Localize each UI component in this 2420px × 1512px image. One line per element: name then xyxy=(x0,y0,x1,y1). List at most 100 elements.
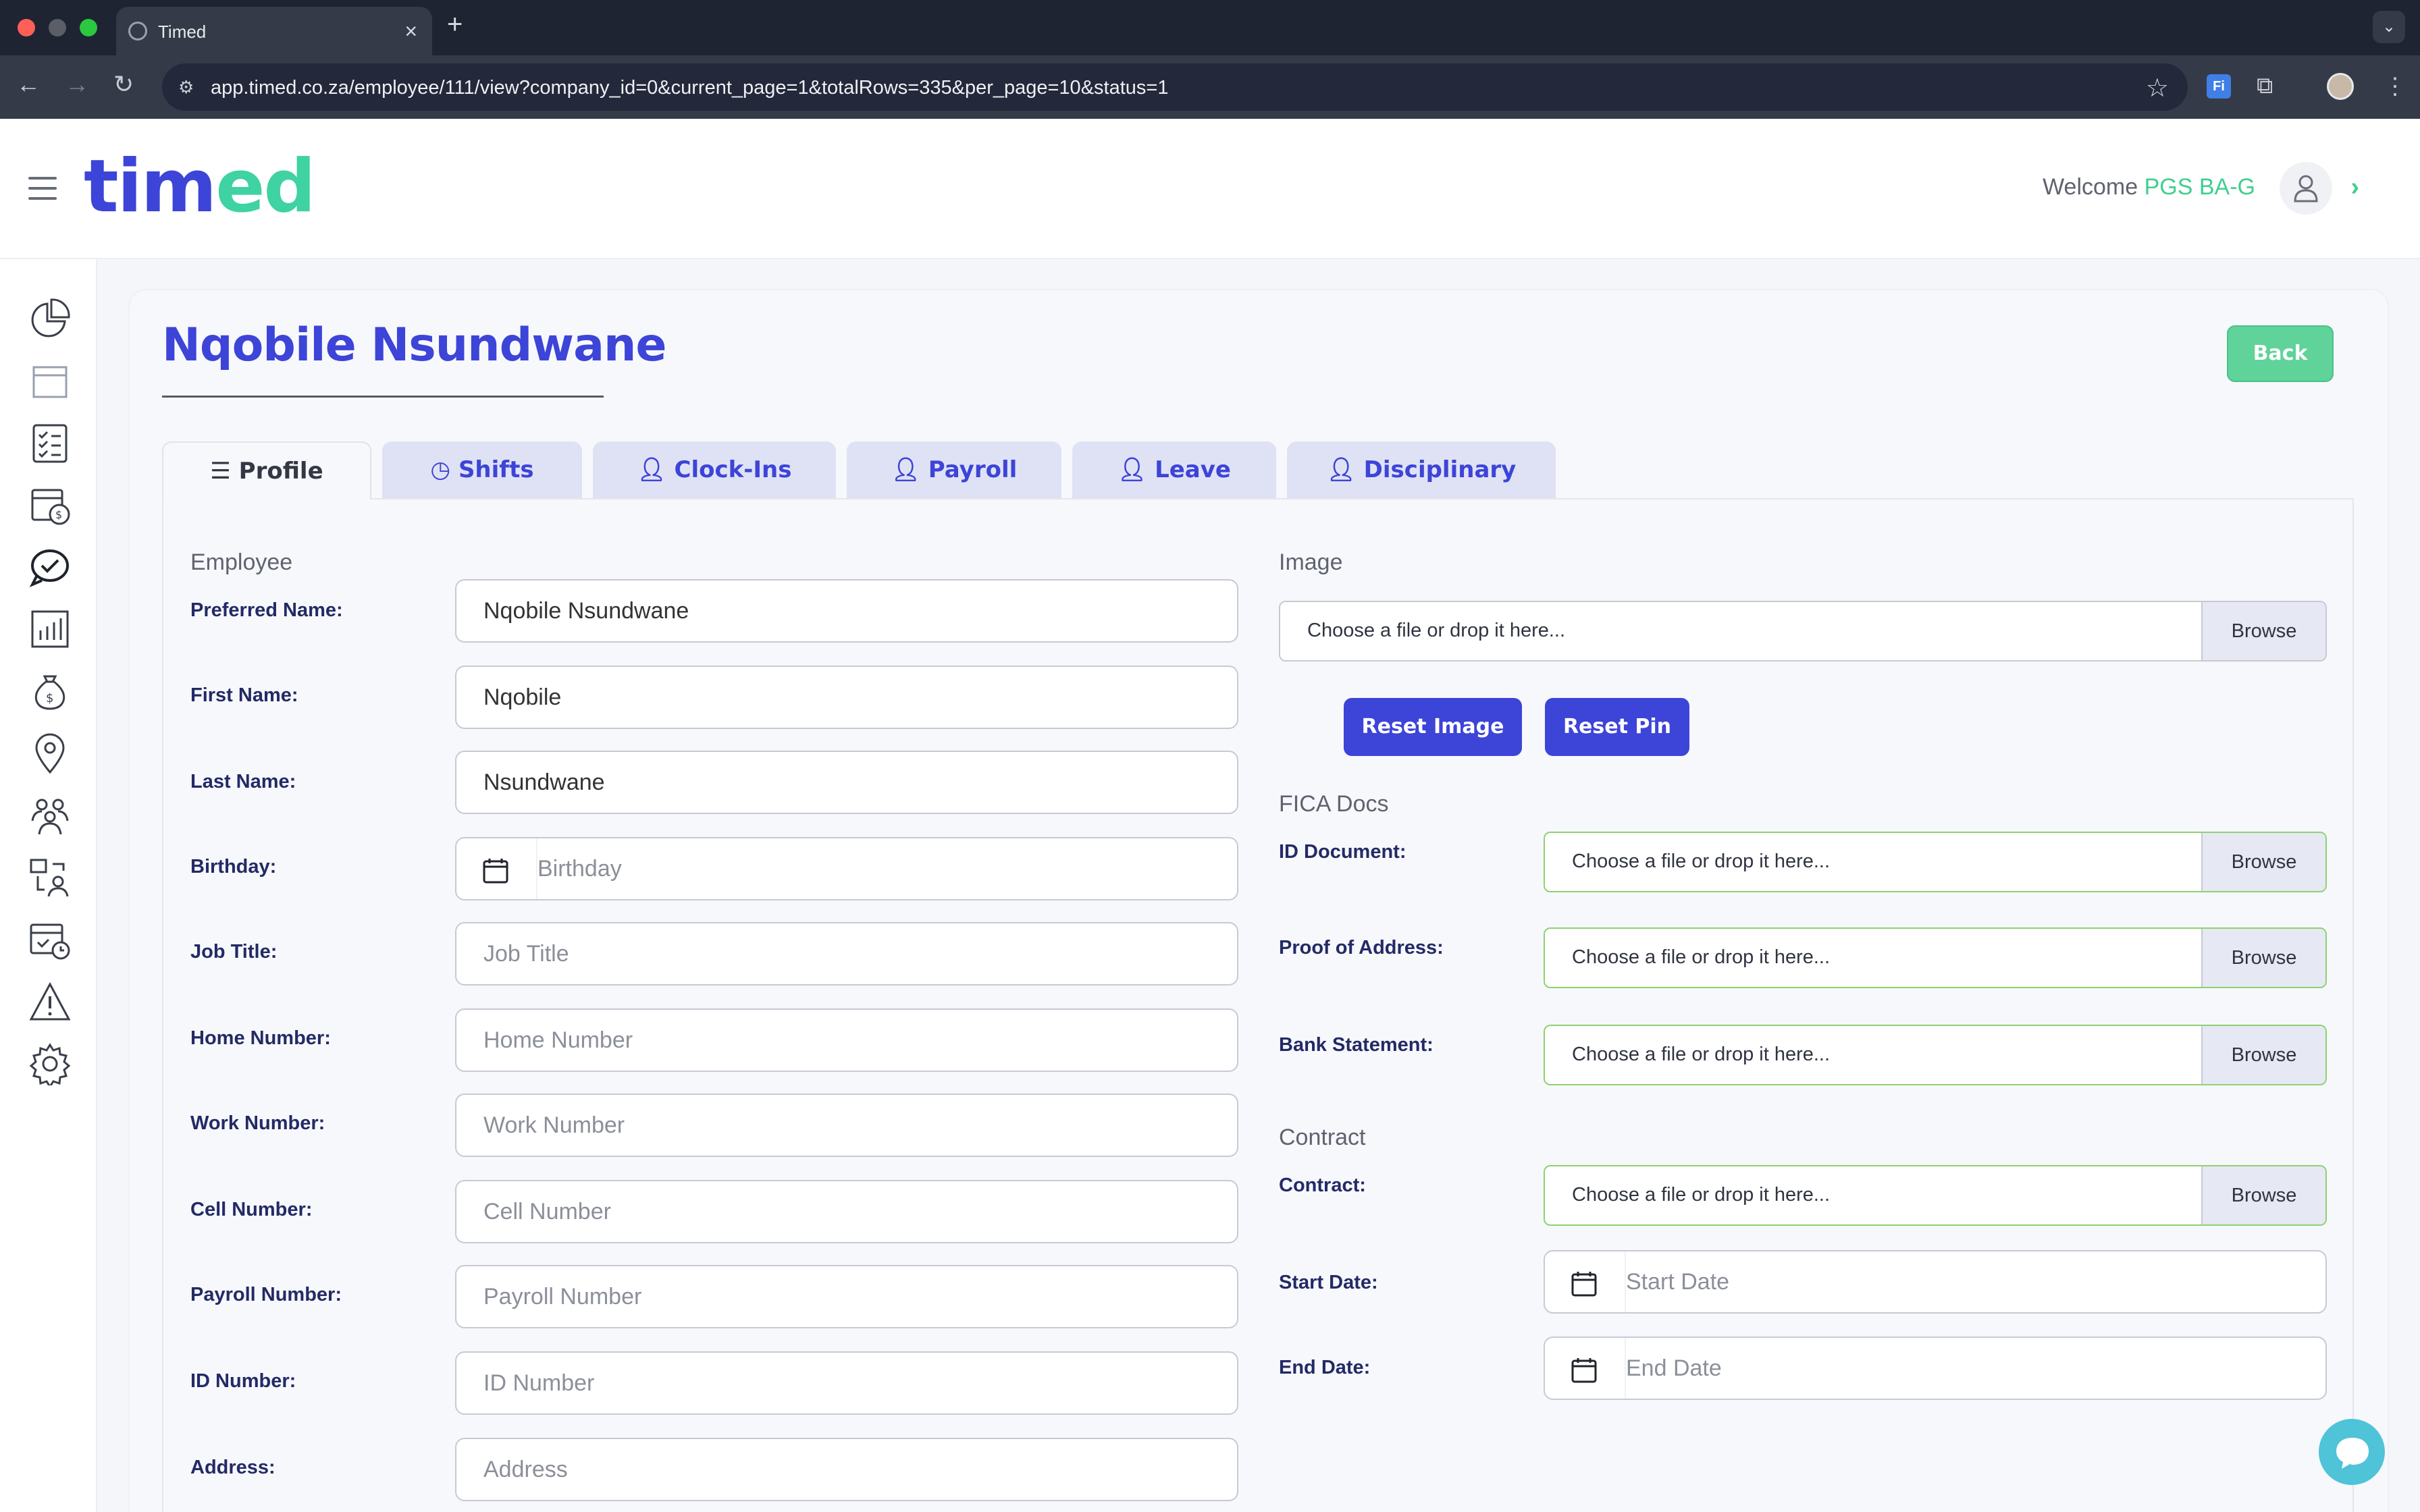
browser-tab-title: Timed xyxy=(158,22,207,42)
id-number-input[interactable] xyxy=(455,1351,1238,1415)
tab-search-button[interactable]: ⌄ xyxy=(2373,11,2405,43)
sidebar-item-disciplinary[interactable] xyxy=(28,980,72,1023)
work-number-label: Work Number: xyxy=(190,1112,325,1134)
contract-upload[interactable]: Choose a file or drop it here... Browse xyxy=(1544,1165,2327,1226)
contract-label: Contract: xyxy=(1279,1174,1366,1196)
bank-statement-browse-button[interactable]: Browse xyxy=(2201,1026,2325,1084)
tab-payroll[interactable]: 👤︎ Payroll xyxy=(847,441,1061,498)
sidebar-item-schedule[interactable] xyxy=(28,918,72,961)
job-title-input[interactable] xyxy=(455,922,1238,986)
birthday-input[interactable] xyxy=(537,838,1224,899)
puzzle-icon[interactable]: ⧉ xyxy=(2257,73,2273,99)
image-file-upload[interactable]: Choose a file or drop it here... Browse xyxy=(1279,601,2327,662)
calendar-icon[interactable] xyxy=(1571,1270,1598,1297)
profile-avatar[interactable] xyxy=(2327,73,2354,100)
id-number-label: ID Number: xyxy=(190,1370,296,1392)
welcome-user-name: PGS BA-G xyxy=(2144,174,2255,200)
title-underline xyxy=(162,396,604,398)
id-document-file-text: Choose a file or drop it here... xyxy=(1572,850,1831,872)
sidebar-item-clockins[interactable] xyxy=(28,545,72,589)
close-icon[interactable]: × xyxy=(404,19,417,44)
address-input[interactable] xyxy=(455,1438,1238,1501)
proof-of-address-upload[interactable]: Choose a file or drop it here... Browse xyxy=(1544,927,2327,988)
sidebar-item-employees[interactable] xyxy=(28,794,72,837)
first-name-input[interactable] xyxy=(455,666,1238,729)
payroll-number-input[interactable] xyxy=(455,1265,1238,1328)
end-date-input[interactable] xyxy=(1626,1338,2312,1399)
home-number-input[interactable] xyxy=(455,1008,1238,1072)
timed-logo[interactable]: timed xyxy=(84,144,316,229)
bookmark-star-icon[interactable]: ☆ xyxy=(2146,73,2169,103)
user-transfer-icon xyxy=(30,859,69,897)
sidebar-item-calendar[interactable] xyxy=(28,359,72,402)
tab-profile[interactable]: ☰ Profile xyxy=(162,441,371,500)
proof-of-address-file-text: Choose a file or drop it here... xyxy=(1572,946,1831,968)
sidebar-item-reports[interactable] xyxy=(28,608,72,651)
proof-of-address-label: Proof of Address: xyxy=(1279,937,1444,959)
site-settings-icon[interactable]: ⚙ xyxy=(178,77,194,98)
address-bar[interactable]: ⚙ app.timed.co.za/employee/111/view?comp… xyxy=(162,63,2188,111)
bank-statement-upload[interactable]: Choose a file or drop it here... Browse xyxy=(1544,1025,2327,1085)
chat-bubble-icon xyxy=(2336,1438,2369,1469)
browser-tab[interactable]: Timed × xyxy=(116,7,432,55)
work-number-input[interactable] xyxy=(455,1094,1238,1157)
new-tab-button[interactable]: + xyxy=(447,9,463,40)
fi-extension-icon[interactable]: Fi xyxy=(2207,74,2231,99)
start-date-picker[interactable] xyxy=(1544,1250,2327,1314)
last-name-label: Last Name: xyxy=(190,771,296,792)
window-minimize-button[interactable] xyxy=(49,19,66,36)
tab-shifts[interactable]: ◷ Shifts xyxy=(382,441,582,498)
id-document-browse-button[interactable]: Browse xyxy=(2201,833,2325,891)
home-number-label: Home Number: xyxy=(190,1027,331,1049)
end-date-picker[interactable] xyxy=(1544,1336,2327,1400)
cell-number-input[interactable] xyxy=(455,1180,1238,1243)
hamburger-menu-icon[interactable] xyxy=(28,177,57,200)
tab-clock-ins[interactable]: 👤︎ Clock-Ins xyxy=(593,441,836,498)
calendar-icon xyxy=(32,366,68,398)
reset-pin-button[interactable]: Reset Pin xyxy=(1545,698,1689,756)
warning-icon xyxy=(29,981,71,1021)
image-browse-button[interactable]: Browse xyxy=(2201,602,2325,660)
kebab-menu-icon[interactable]: ⋮ xyxy=(2384,73,2406,100)
bank-statement-file-text: Choose a file or drop it here... xyxy=(1572,1044,1831,1065)
sidebar-item-tasks[interactable] xyxy=(28,421,72,464)
window-close-button[interactable] xyxy=(18,19,35,36)
contract-section-title: Contract xyxy=(1279,1125,1366,1150)
tab-disciplinary[interactable]: 👤︎ Disciplinary xyxy=(1287,441,1556,498)
chevron-right-icon[interactable]: › xyxy=(2350,173,2359,202)
first-name-label: First Name: xyxy=(190,684,298,706)
id-document-upload[interactable]: Choose a file or drop it here... Browse xyxy=(1544,832,2327,892)
reload-icon[interactable]: ↻ xyxy=(113,70,134,99)
sidebar-item-payroll-calendar[interactable]: $ xyxy=(28,483,72,526)
sidebar-item-finance[interactable]: $ xyxy=(28,670,72,713)
start-date-input[interactable] xyxy=(1626,1251,2312,1312)
reset-image-button[interactable]: Reset Image xyxy=(1344,698,1522,756)
forward-arrow-icon[interactable]: → xyxy=(65,70,89,99)
preferred-name-input[interactable] xyxy=(455,579,1238,643)
birthday-label: Birthday: xyxy=(190,856,277,878)
window-maximize-button[interactable] xyxy=(80,19,97,36)
sidebar-item-settings[interactable] xyxy=(28,1042,72,1089)
chat-widget-button[interactable] xyxy=(2319,1419,2385,1485)
globe-icon xyxy=(128,22,147,40)
back-arrow-icon[interactable]: ← xyxy=(16,70,41,99)
tab-leave[interactable]: 👤︎ Leave xyxy=(1072,441,1276,498)
app-header: timed Welcome PGS BA-G › xyxy=(0,119,2420,259)
sidebar-item-transfers[interactable] xyxy=(28,856,72,899)
calendar-icon[interactable] xyxy=(1571,1357,1598,1384)
employee-section-title: Employee xyxy=(190,549,293,575)
sidebar-item-dashboard[interactable] xyxy=(28,297,72,340)
contract-browse-button[interactable]: Browse xyxy=(2201,1166,2325,1224)
gear-icon xyxy=(29,1043,71,1089)
last-name-input[interactable] xyxy=(455,751,1238,814)
user-avatar[interactable] xyxy=(2280,162,2332,215)
browser-toolbar: ← → ↻ ⚙ app.timed.co.za/employee/111/vie… xyxy=(0,55,2420,119)
birthday-date-picker[interactable] xyxy=(455,837,1238,900)
calendar-icon[interactable] xyxy=(482,857,509,884)
back-button[interactable]: Back xyxy=(2227,325,2334,382)
clock-icon: ◷ xyxy=(430,456,458,483)
sidebar-item-locations[interactable] xyxy=(28,732,72,775)
proof-of-address-browse-button[interactable]: Browse xyxy=(2201,929,2325,987)
url-text[interactable]: app.timed.co.za/employee/111/view?compan… xyxy=(211,77,1168,99)
cell-number-label: Cell Number: xyxy=(190,1199,313,1220)
